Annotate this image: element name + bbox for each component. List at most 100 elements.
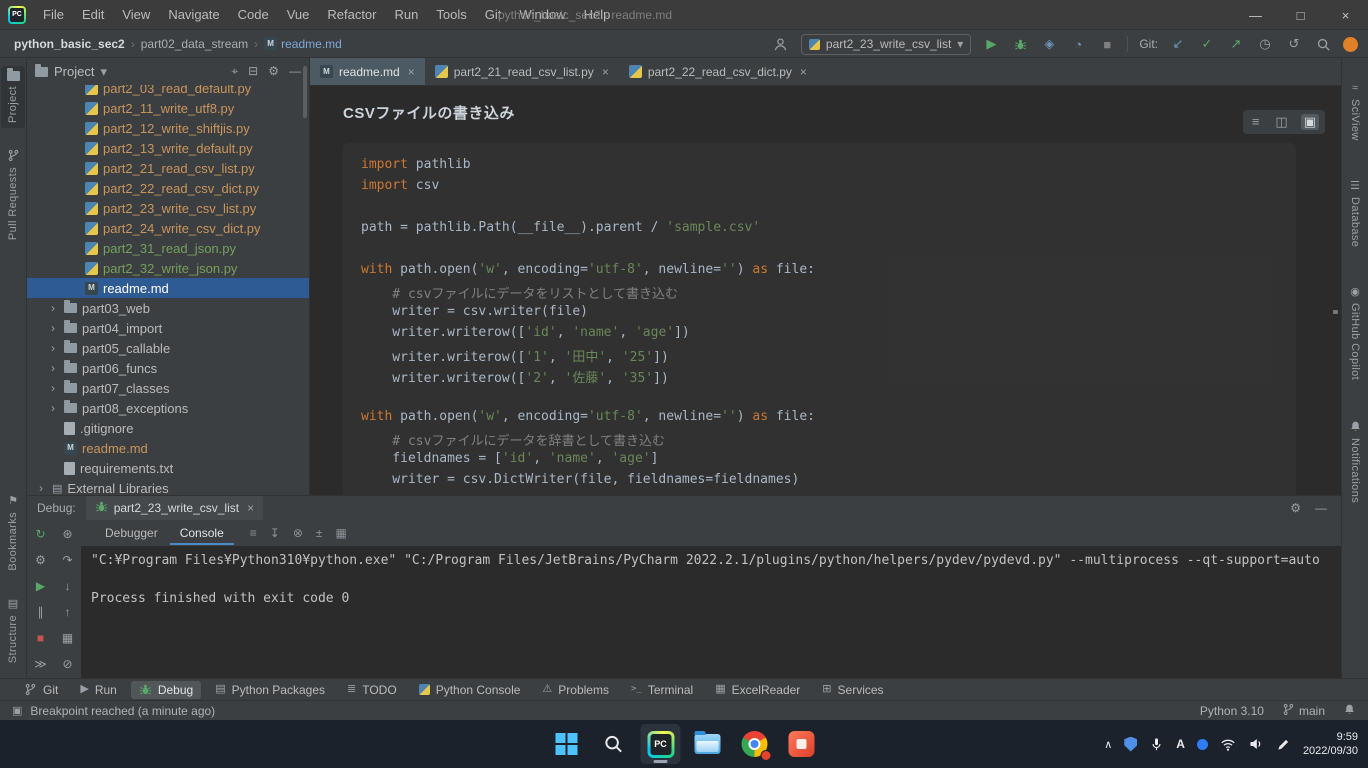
stop-icon[interactable]: ■ [37, 632, 44, 645]
tree-item-part2-21-read-csv-list-py[interactable]: part2_21_read_csv_list.py [27, 158, 309, 178]
git-history-button[interactable]: ◷ [1256, 35, 1274, 53]
menu-refactor[interactable]: Refactor [318, 0, 385, 30]
breadcrumb-item[interactable]: python_basic_sec2 [12, 37, 127, 51]
hidden-icons-chevron[interactable]: ∧ [1104, 738, 1112, 751]
menu-edit[interactable]: Edit [73, 0, 113, 30]
soft-wrap-icon[interactable]: ≡ [250, 526, 257, 540]
toolwindow-stripe-bookmarks[interactable]: ⚑Bookmarks [1, 491, 25, 576]
run-configuration-select[interactable]: part2_23_write_csv_list ▾ [801, 34, 971, 55]
tree-item-part07-classes[interactable]: ›part07_classes [27, 378, 309, 398]
toolwindow-button-todo[interactable]: ≣TODO [339, 681, 405, 699]
git-update-button[interactable]: ↙ [1169, 35, 1187, 53]
scroll-to-end-icon[interactable]: ↧ [270, 526, 280, 540]
toolwindow-stripe-project[interactable]: Project [1, 66, 25, 128]
menu-view[interactable]: View [113, 0, 159, 30]
chevron-down-icon[interactable]: ▾ [100, 64, 107, 80]
debug-button[interactable] [1011, 35, 1029, 53]
volume-icon[interactable] [1248, 736, 1264, 752]
more-actions-icon[interactable]: ≫ [34, 658, 47, 671]
git-commit-button[interactable]: ✓ [1198, 35, 1216, 53]
menu-tools[interactable]: Tools [427, 0, 475, 30]
step-into-icon[interactable]: ↓ [65, 580, 71, 593]
microphone-icon[interactable] [1149, 737, 1164, 752]
tree-item-part06-funcs[interactable]: ›part06_funcs [27, 358, 309, 378]
modify-run-configuration-icon[interactable]: ⚙ [35, 554, 46, 567]
pause-program-icon[interactable]: ∥ [38, 606, 44, 619]
markdown-preview[interactable]: CSVファイルの書き込み import pathlibimport csv pa… [310, 86, 1341, 495]
stop-button[interactable]: ■ [1098, 35, 1116, 53]
run-button[interactable]: ▶ [982, 35, 1000, 53]
toolwindow-switcher-icon[interactable]: ▣ [12, 704, 22, 717]
restore-layout-icon[interactable]: ▦ [62, 632, 73, 645]
tree-item-part2-23-write-csv-list-py[interactable]: part2_23_write_csv_list.py [27, 198, 309, 218]
toolwindow-button-debug[interactable]: Debug [131, 681, 201, 699]
minimize-button[interactable]: — [1233, 0, 1278, 30]
tree-item-part2-03-read-default-py[interactable]: part2_03_read_default.py [27, 85, 309, 98]
toolwindow-button-run[interactable]: ▶Run [72, 681, 124, 699]
toolwindow-stripe-github-copilot[interactable]: ◉GitHub Copilot [1343, 282, 1367, 385]
close-icon[interactable]: × [800, 65, 807, 79]
tree-item-part2-24-write-csv-dict-py[interactable]: part2_24_write_csv_dict.py [27, 218, 309, 238]
show-execution-point-icon[interactable]: ⊛ [62, 528, 72, 541]
python-interpreter-widget[interactable]: Python 3.10 [1200, 704, 1264, 718]
debug-tab-debugger[interactable]: Debugger [95, 521, 168, 545]
tree-item-part2-31-read-json-py[interactable]: part2_31_read_json.py [27, 238, 309, 258]
close-button[interactable]: × [1323, 0, 1368, 30]
taskbar-search-button[interactable] [594, 724, 634, 764]
wifi-icon[interactable] [1220, 736, 1236, 752]
profiler-button[interactable]: ◔ [1069, 35, 1087, 53]
toolwindow-button-services[interactable]: ⊞Services [814, 681, 891, 699]
menu-file[interactable]: File [34, 0, 73, 30]
toolwindow-stripe-pull-requests[interactable]: Pull Requests [1, 144, 25, 245]
tree-item--gitignore[interactable]: .gitignore [27, 418, 309, 438]
notifications-icon-slot[interactable] [1343, 703, 1356, 719]
taskbar-app-button[interactable] [782, 724, 822, 764]
breadcrumb-item[interactable]: part02_data_stream [139, 37, 250, 51]
menu-code[interactable]: Code [229, 0, 278, 30]
rerun-debugger-icon[interactable]: ↻ [35, 528, 45, 541]
mute-breakpoints-icon[interactable]: ⊘ [62, 658, 72, 671]
git-push-button[interactable]: ↗ [1227, 35, 1245, 53]
toolwindow-button-excelreader[interactable]: ▦ExcelReader [707, 681, 808, 699]
settings-gear-icon[interactable]: ⚙ [268, 64, 279, 79]
ime-indicator[interactable]: A [1176, 737, 1185, 751]
debug-session-tab[interactable]: part2_23_write_csv_list × [86, 496, 263, 520]
tray-status-icon-blue[interactable] [1197, 739, 1208, 750]
show-editor-only-icon[interactable]: ≡ [1249, 114, 1263, 130]
collapse-all-icon[interactable]: ⊟ [248, 64, 258, 79]
editor-tab-readme-md[interactable]: Mreadme.md× [310, 58, 425, 85]
menu-run[interactable]: Run [386, 0, 428, 30]
close-icon[interactable]: × [408, 65, 415, 79]
coverage-button[interactable]: ◈ [1040, 35, 1058, 53]
close-icon[interactable]: × [247, 501, 254, 515]
console-settings-icon[interactable]: ▦ [335, 526, 346, 540]
menu-vue[interactable]: Vue [278, 0, 319, 30]
tree-item-requirements-txt[interactable]: requirements.txt [27, 458, 309, 478]
account-avatar[interactable] [1343, 37, 1358, 52]
scrollbar-thumb[interactable] [303, 66, 307, 118]
tree-item-part2-13-write-default-py[interactable]: part2_13_write_default.py [27, 138, 309, 158]
debug-console-output[interactable]: "C:¥Program Files¥Python310¥python.exe" … [81, 546, 1341, 678]
debug-tab-console[interactable]: Console [170, 521, 234, 545]
toolwindow-button-problems[interactable]: ⚠Problems [534, 681, 617, 699]
tree-item-external-libraries[interactable]: ›▤External Libraries [27, 478, 309, 495]
menu-navigate[interactable]: Navigate [159, 0, 228, 30]
close-icon[interactable]: × [602, 65, 609, 79]
toolwindow-button-terminal[interactable]: >_Terminal [623, 681, 701, 699]
maximize-button[interactable]: □ [1278, 0, 1323, 30]
editor-tab-part2-21-read-csv-list-py[interactable]: part2_21_read_csv_list.py× [425, 58, 619, 85]
tree-item-part03-web[interactable]: ›part03_web [27, 298, 309, 318]
toolwindow-button-python-packages[interactable]: ▤Python Packages [207, 681, 333, 699]
breadcrumb-item[interactable]: Mreadme.md [262, 37, 344, 51]
show-variables-icon[interactable]: ± [316, 526, 323, 540]
pen-icon[interactable] [1276, 737, 1291, 752]
taskbar-pycharm-button[interactable]: PC [641, 724, 681, 764]
tray-app-icon[interactable] [1124, 737, 1137, 752]
tree-item-part04-import[interactable]: ›part04_import [27, 318, 309, 338]
git-branch-widget[interactable]: main [1282, 703, 1325, 719]
tree-item-part2-11-write-utf8-py[interactable]: part2_11_write_utf8.py [27, 98, 309, 118]
tree-item-readme-md[interactable]: Mreadme.md [27, 278, 309, 298]
tree-item-readme-md[interactable]: Mreadme.md [27, 438, 309, 458]
editor-tab-part2-22-read-csv-dict-py[interactable]: part2_22_read_csv_dict.py× [619, 58, 817, 85]
tree-item-part05-callable[interactable]: ›part05_callable [27, 338, 309, 358]
